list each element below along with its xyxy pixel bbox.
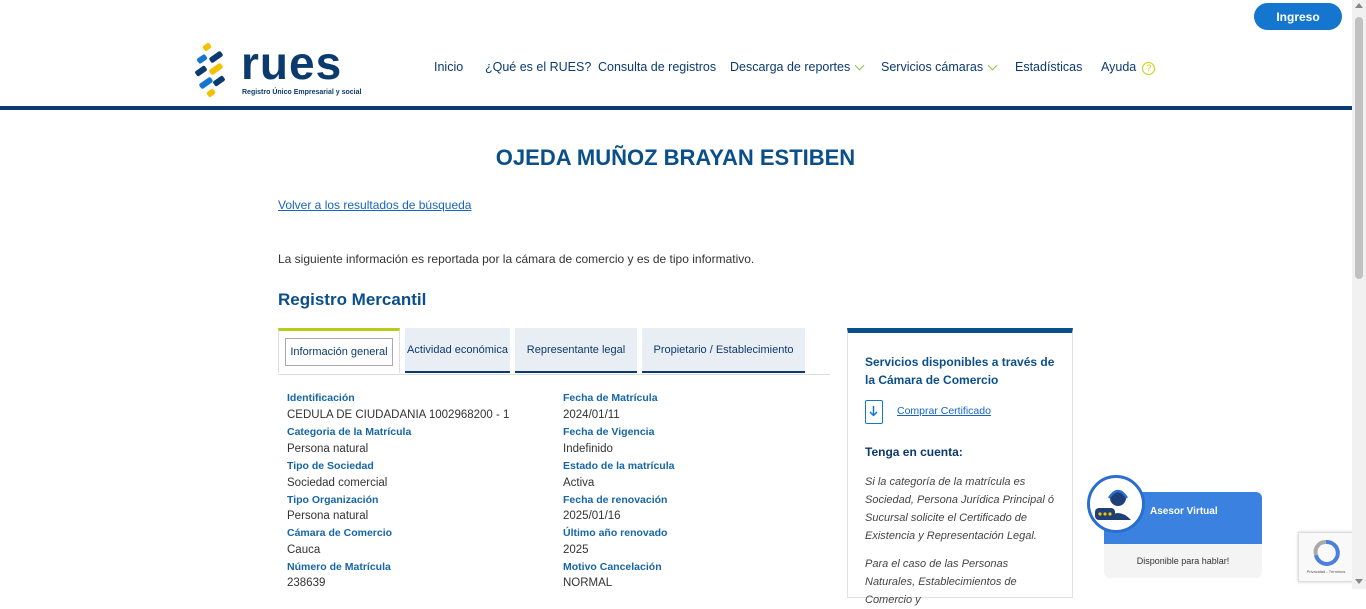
tab-actividad-economica[interactable]: Actividad económica (405, 328, 510, 373)
note-title: Tenga en cuenta: (865, 445, 963, 459)
nav-consulta-registros-label: Consulta de registros (598, 60, 717, 74)
field-label: Estado de la matrícula (563, 460, 675, 472)
field-label: Categoria de la Matrícula (287, 426, 412, 438)
scrollbar-thumb[interactable] (1355, 17, 1363, 279)
info-notice: La siguiente información es reportada po… (278, 252, 755, 266)
login-button[interactable]: Ingreso (1254, 3, 1342, 30)
section-title: Registro Mercantil (278, 290, 427, 309)
logo-tagline: Registro Único Empresarial y social (242, 89, 362, 96)
field-label: Identificación (287, 392, 355, 404)
field-value: NORMAL (563, 577, 613, 589)
help-icon: ? (1142, 62, 1156, 75)
logo-wordmark: rues (241, 37, 343, 89)
sidebar-title: Servicios disponibles a través de la Cám… (865, 355, 1055, 387)
nav-estadisticas[interactable]: Estadísticas (1015, 60, 1082, 74)
advisor-footer: Disponible para hablar! (1104, 544, 1262, 578)
field-label: Cámara de Comercio (287, 527, 393, 539)
download-icon[interactable] (865, 400, 883, 424)
nav-ayuda[interactable]: Ayuda? (1101, 60, 1156, 75)
page-title: OJEDA MUÑOZ BRAYAN ESTIBEN (495, 145, 856, 170)
field-label: Tipo de Sociedad (287, 460, 374, 472)
field-label: Fecha de Matrícula (563, 392, 658, 404)
note-paragraph-2: Para el caso de las Personas Naturales, … (865, 558, 1017, 606)
nav-inicio[interactable]: Inicio (434, 60, 463, 74)
field-label: Último año renovado (563, 527, 668, 539)
tab-label: Representante legal (526, 343, 626, 356)
field-value: Cauca (287, 544, 321, 556)
advisor-status: Disponible para hablar! (1136, 556, 1230, 566)
back-to-results-link[interactable]: Volver a los resultados de búsqueda (278, 198, 471, 212)
recaptcha-badge[interactable]: Privacidad - Términos (1298, 532, 1354, 582)
field-value: 2025/01/16 (563, 510, 621, 522)
note-paragraph-1: Si la categoría de la matrícula es Socie… (865, 476, 1054, 542)
record-tabs: Información general Actividad económica … (278, 327, 830, 375)
tab-label: Actividad económica (407, 343, 508, 356)
tab-label: Información general (285, 338, 393, 366)
nav-servicios-camaras-label: Servicios cámaras (881, 60, 984, 74)
tab-informacion-general[interactable]: Información general (278, 328, 400, 373)
field-label: Fecha de Vigencia (563, 426, 655, 438)
nav-descarga-reportes[interactable]: Descarga de reportes (730, 60, 865, 74)
field-value: 238639 (287, 577, 326, 589)
tab-label: Propietario / Establecimiento (653, 343, 794, 356)
rues-logo[interactable]: rues Registro Único Empresarial y social (193, 37, 361, 102)
nav-consulta-registros[interactable]: Consulta de registros (598, 60, 716, 74)
nav-estadisticas-label: Estadísticas (1015, 60, 1083, 74)
chevron-down-icon (854, 60, 865, 71)
field-label: Tipo Organización (287, 494, 379, 506)
scroll-up-arrow-icon[interactable] (1355, 3, 1363, 8)
recaptcha-text: Privacidad - Términos (1306, 569, 1346, 574)
field-value: Activa (563, 477, 595, 489)
nav-inicio-label: Inicio (434, 60, 464, 74)
tab-representante-legal[interactable]: Representante legal (515, 328, 637, 373)
logo-mark-icon (195, 43, 225, 97)
nav-que-es-rues-label: ¿Qué es el RUES? (485, 60, 592, 74)
nav-descarga-reportes-label: Descarga de reportes (730, 60, 851, 74)
services-sidebar: Servicios disponibles a través de la Cám… (847, 328, 1073, 606)
field-value: Sociedad comercial (287, 477, 388, 489)
field-label: Número de Matrícula (287, 561, 391, 573)
field-value: 2024/01/11 (563, 409, 620, 421)
tab-propietario-establecimiento[interactable]: Propietario / Establecimiento (642, 328, 805, 373)
nav-servicios-camaras[interactable]: Servicios cámaras (881, 60, 998, 74)
field-value: Persona natural (287, 443, 369, 455)
site-header: rues Registro Único Empresarial y social… (0, 0, 1366, 110)
page-scrollbar[interactable] (1352, 0, 1366, 589)
field-value: CEDULA DE CIUDADANIA 1002968200 - 1 (287, 409, 510, 421)
field-value: 2025 (563, 544, 589, 556)
nav-ayuda-label: Ayuda (1101, 60, 1137, 74)
field-value: Indefinido (563, 443, 613, 455)
nav-que-es-rues[interactable]: ¿Qué es el RUES? (485, 60, 591, 74)
scroll-down-arrow-icon[interactable] (1355, 579, 1363, 584)
field-label: Fecha de renovación (563, 494, 668, 506)
chevron-down-icon (987, 60, 998, 71)
buy-certificate-link[interactable]: Comprar Certificado (897, 405, 991, 417)
field-label: Motivo Cancelación (563, 561, 662, 573)
recaptcha-icon (1313, 539, 1340, 566)
advisor-label: Asesor Virtual (1150, 506, 1218, 517)
advisor-avatar-icon[interactable] (1087, 475, 1145, 533)
field-value: Persona natural (287, 510, 369, 522)
